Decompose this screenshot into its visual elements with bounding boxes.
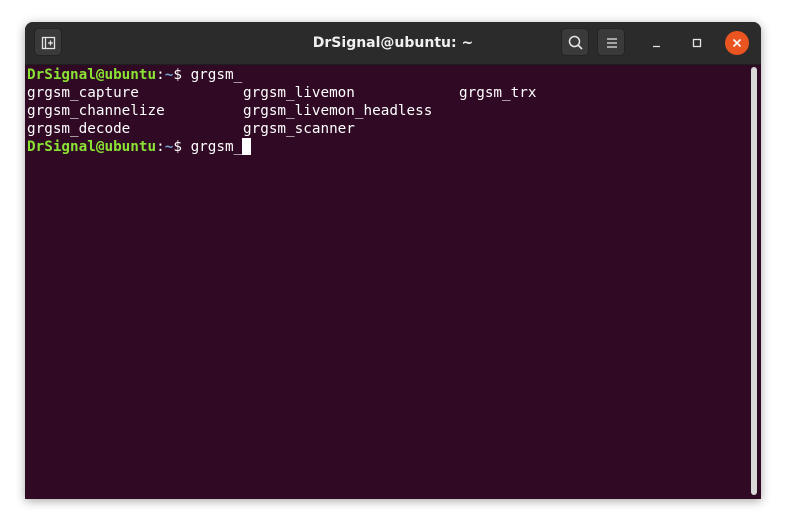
prompt-command: grgsm_ bbox=[190, 139, 243, 155]
prompt-line: DrSignal@ubuntu:~$ grgsm_ bbox=[27, 138, 747, 156]
completion-item: grgsm_trx bbox=[459, 85, 537, 101]
completion-item: grgsm_scanner bbox=[243, 121, 355, 137]
hamburger-menu-icon bbox=[607, 38, 617, 48]
close-button[interactable] bbox=[725, 31, 749, 55]
completion-item: grgsm_capture bbox=[27, 85, 139, 101]
prompt-line: DrSignal@ubuntu:~$ grgsm_ bbox=[27, 66, 747, 84]
maximize-icon bbox=[692, 38, 702, 48]
search-button[interactable] bbox=[561, 28, 589, 56]
prompt-user-host: DrSignal@ubuntu bbox=[27, 139, 157, 155]
minimize-button[interactable] bbox=[645, 31, 669, 55]
scrollbar[interactable] bbox=[751, 67, 757, 495]
terminal-window: DrSignal@ubuntu: ~ DrSignal@ubuntu:~$ gr… bbox=[25, 22, 761, 499]
text-cursor bbox=[242, 138, 252, 155]
completion-row: grgsm_capture grgsm_livemon grgsm_trx bbox=[27, 84, 747, 102]
prompt-colon: : bbox=[156, 67, 165, 83]
menu-button[interactable] bbox=[597, 28, 625, 56]
completion-row: grgsm_channelize grgsm_livemon_headless bbox=[27, 102, 747, 120]
completion-item: grgsm_decode bbox=[27, 121, 131, 137]
prompt-command: grgsm_ bbox=[190, 67, 243, 83]
completion-item: grgsm_livemon bbox=[243, 85, 355, 101]
prompt-colon: : bbox=[156, 139, 165, 155]
title-bar[interactable]: DrSignal@ubuntu: ~ bbox=[25, 22, 761, 65]
prompt-user-host: DrSignal@ubuntu bbox=[27, 67, 157, 83]
prompt-symbol: $ bbox=[173, 139, 191, 155]
completion-item: grgsm_livemon_headless bbox=[243, 103, 433, 119]
close-icon bbox=[732, 38, 742, 48]
maximize-button[interactable] bbox=[685, 31, 709, 55]
prompt-symbol: $ bbox=[173, 67, 191, 83]
minimize-icon bbox=[653, 45, 660, 48]
terminal-output[interactable]: DrSignal@ubuntu:~$ grgsm_ grgsm_capture g… bbox=[25, 65, 747, 499]
completion-item: grgsm_channelize bbox=[27, 103, 165, 119]
completion-row: grgsm_decode grgsm_scanner bbox=[27, 120, 747, 138]
search-icon bbox=[568, 35, 583, 50]
